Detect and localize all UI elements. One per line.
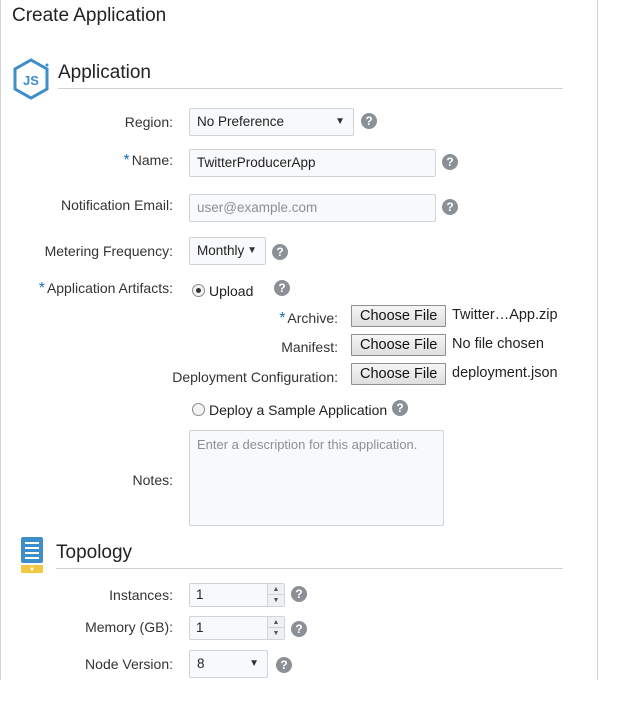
region-help-icon[interactable]: ? [361,113,377,129]
node-version-select[interactable]: 8 ▼ [189,650,268,678]
archive-label-text: Archive: [287,310,338,326]
instances-stepper[interactable]: 1 ▲ ▼ [189,583,285,607]
required-asterisk: * [279,310,286,327]
notes-label: Notes: [132,472,173,488]
nodejs-icon: JS [12,58,50,100]
notification-email-input[interactable]: user@example.com [189,194,436,222]
region-select[interactable]: No Preference ▼ [189,108,354,136]
server-icon [20,536,44,574]
section-divider-topology [56,568,563,569]
memory-stepper-buttons: ▲ ▼ [267,617,284,639]
caret-down-icon: ▼ [247,245,257,256]
instances-help-icon[interactable]: ? [291,586,307,602]
upload-radio-label[interactable]: Upload [209,283,253,299]
notes-textarea[interactable]: Enter a description for this application… [189,430,444,526]
artifacts-help-icon[interactable]: ? [274,280,290,296]
archive-label: * Archive: [0,310,338,328]
deployment-configuration-label: Deployment Configuration: [172,369,338,385]
section-title-topology: Topology [56,542,133,563]
upload-radio[interactable] [192,284,205,297]
deploy-sample-radio[interactable] [192,403,205,416]
notification-email-label: Notification Email: [60,197,173,213]
metering-frequency-value: Monthly [197,243,245,258]
required-asterisk: * [38,280,45,297]
notification-email-help-icon[interactable]: ? [442,199,458,215]
frame-right-border [597,0,598,680]
metering-frequency-select[interactable]: Monthly ▼ [189,237,266,265]
instances-value: 1 [196,587,204,602]
name-input[interactable]: TwitterProducerApp [189,149,436,177]
increment-icon[interactable]: ▲ [268,617,284,628]
application-artifacts-label: * Application Artifacts: [0,280,173,298]
memory-help-icon[interactable]: ? [291,621,307,637]
caret-down-icon: ▼ [335,116,345,127]
metering-frequency-label: Metering Frequency: [44,243,173,259]
increment-icon[interactable]: ▲ [268,584,284,595]
memory-label: Memory (GB): [85,619,173,635]
deploy-sample-radio-label[interactable]: Deploy a Sample Application [209,402,387,418]
section-title-application: Application [58,62,151,83]
caret-down-icon: ▼ [249,658,259,669]
application-artifacts-label-text: Application Artifacts: [46,280,173,296]
node-version-help-icon[interactable]: ? [276,657,292,673]
memory-stepper[interactable]: 1 ▲ ▼ [189,616,285,640]
region-label: Region: [124,114,173,130]
name-label: * Name: [0,152,173,170]
manifest-label: Manifest: [281,339,338,355]
archive-file-name: Twitter…App.zip [452,307,558,323]
metering-frequency-help-icon[interactable]: ? [272,244,288,260]
memory-value: 1 [196,620,204,635]
required-asterisk: * [123,152,130,169]
decrement-icon[interactable]: ▼ [268,628,284,639]
archive-choose-file-button[interactable]: Choose File [351,305,447,327]
page-title: Create Application [12,5,167,26]
deployment-choose-file-button[interactable]: Choose File [351,363,447,385]
manifest-choose-file-button[interactable]: Choose File [351,334,447,356]
node-version-label: Node Version: [85,656,173,672]
region-select-value: No Preference [197,114,285,129]
deployment-file-name: deployment.json [452,365,558,381]
section-divider-application [58,88,563,89]
deploy-sample-help-icon[interactable]: ? [392,400,408,416]
decrement-icon[interactable]: ▼ [268,595,284,606]
name-help-icon[interactable]: ? [442,154,458,170]
name-label-text: Name: [131,152,173,168]
manifest-file-name: No file chosen [452,336,544,352]
node-version-value: 8 [197,656,205,671]
svg-text:JS: JS [23,73,39,88]
instances-label: Instances: [109,587,173,603]
instances-stepper-buttons: ▲ ▼ [267,584,284,606]
